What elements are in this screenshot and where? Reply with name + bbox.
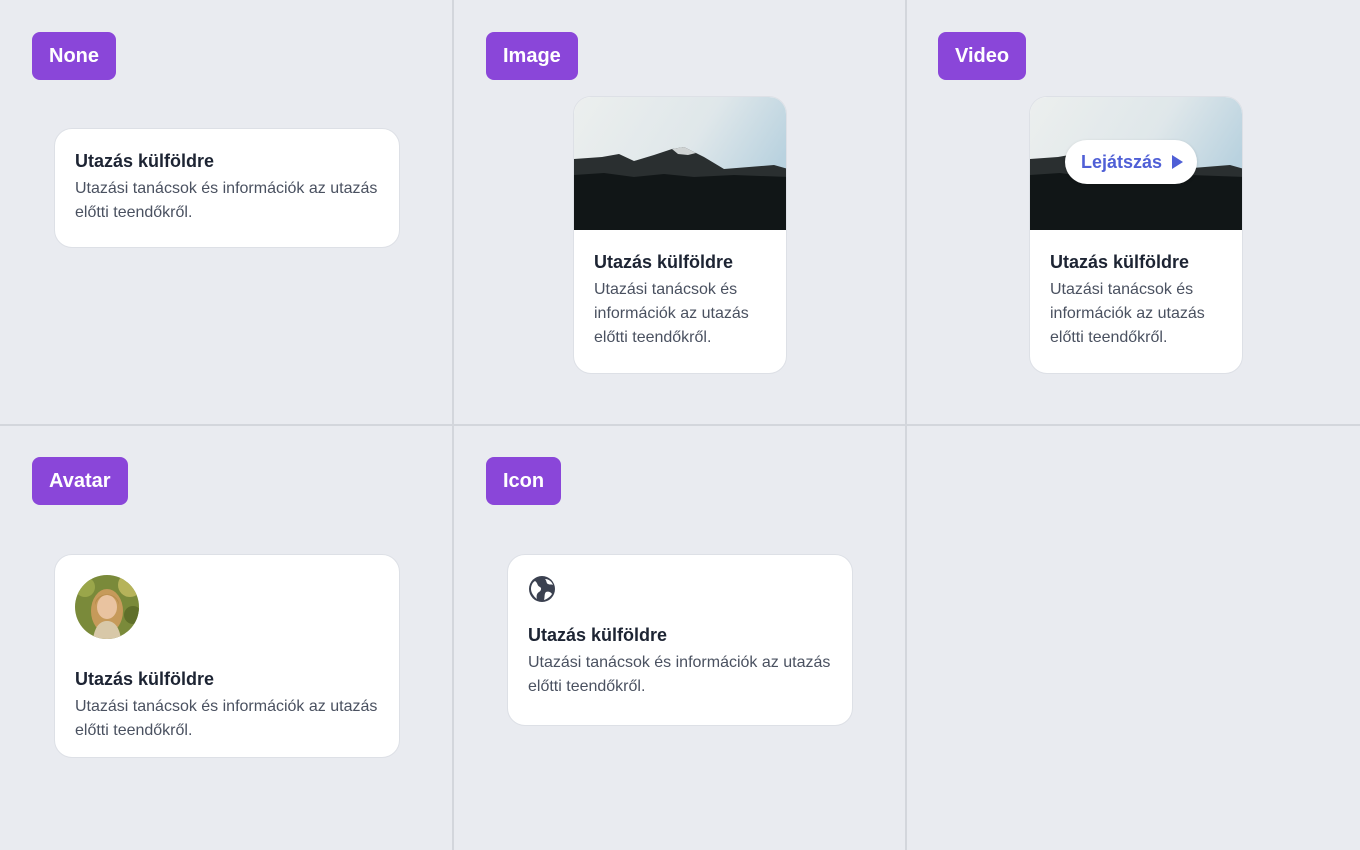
card-avatar[interactable]: Utazás külföldre Utazási tanácsok és inf… (54, 554, 400, 758)
card-title: Utazás külföldre (75, 669, 215, 689)
avatar-photo (75, 575, 139, 639)
mountain-image (574, 97, 786, 230)
variant-tag-video: Video (938, 32, 1027, 80)
play-button-label: Lejátszás (1081, 151, 1163, 172)
card-image-media (574, 97, 786, 230)
variant-tag-avatar: Avatar (32, 457, 128, 505)
grid-divider-horizontal (0, 424, 1360, 426)
card-title: Utazás külföldre (594, 252, 734, 272)
card-description: Utazási tanácsok és információk az utazá… (594, 281, 749, 346)
card-title: Utazás külföldre (1050, 252, 1190, 272)
card-description: Utazási tanácsok és információk az utazá… (75, 698, 378, 739)
card-description: Utazási tanácsok és információk az utazá… (75, 180, 378, 221)
card-video[interactable]: Lejátszás Utazás külföldre Utazási tanác… (1029, 96, 1243, 374)
card-title: Utazás külföldre (528, 625, 668, 645)
card-image[interactable]: Utazás külföldre Utazási tanácsok és inf… (573, 96, 787, 374)
card-description: Utazási tanácsok és információk az utazá… (1050, 281, 1205, 346)
avatar (75, 575, 139, 639)
variant-tag-icon: Icon (486, 457, 562, 505)
card-video-media: Lejátszás (1030, 97, 1242, 230)
card-title: Utazás külföldre (75, 151, 215, 171)
play-icon (1172, 155, 1184, 169)
variant-tag-none: None (32, 32, 116, 80)
globe-icon (528, 575, 556, 603)
card-icon[interactable]: Utazás külföldre Utazási tanácsok és inf… (507, 554, 853, 726)
play-button[interactable]: Lejátszás (1065, 140, 1198, 184)
variant-tag-image: Image (486, 32, 578, 80)
card-none[interactable]: Utazás külföldre Utazási tanácsok és inf… (54, 128, 400, 248)
card-description: Utazási tanácsok és információk az utazá… (528, 654, 831, 695)
